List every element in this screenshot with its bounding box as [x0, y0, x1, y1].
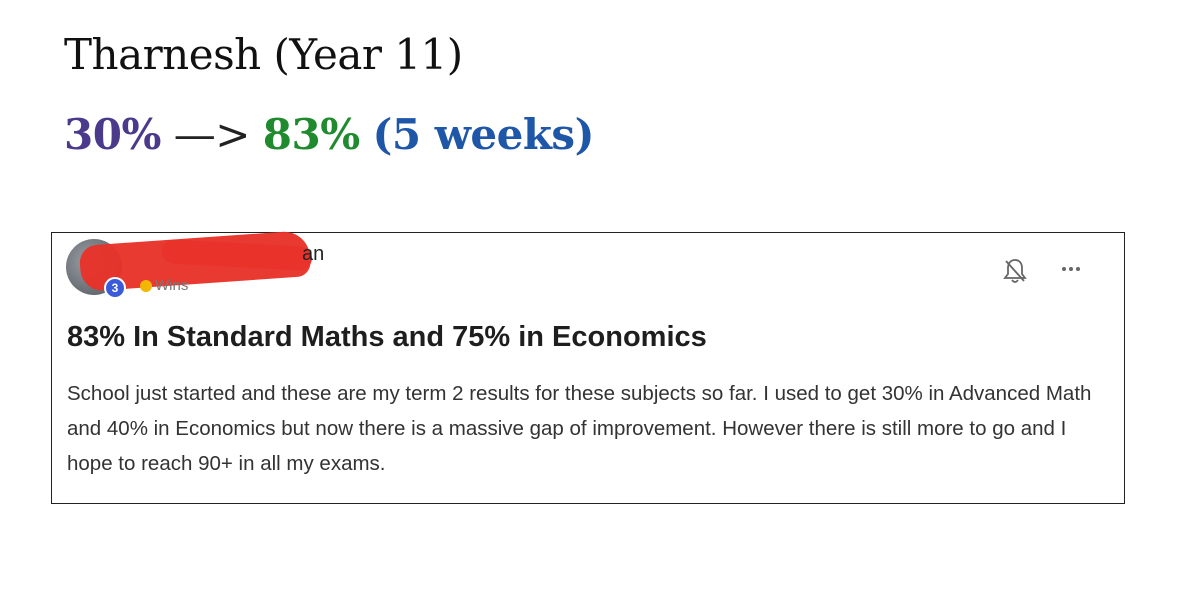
- wins-label: Wins: [155, 277, 189, 294]
- post-meta: Wins: [140, 277, 188, 294]
- progress-line: 30% —> 83% (5 weeks): [64, 110, 594, 159]
- post-title[interactable]: 83% In Standard Maths and 75% in Economi…: [67, 321, 707, 354]
- progress-arrow: —>: [173, 110, 251, 159]
- post-card: an 3 Wins 83% In Standard Maths and 75% …: [51, 230, 1125, 504]
- coin-icon: [140, 280, 152, 293]
- more-options-icon[interactable]: [1058, 257, 1084, 281]
- score-after: 83%: [262, 110, 360, 159]
- bell-mute-icon[interactable]: [1002, 257, 1028, 285]
- student-heading: Tharnesh (Year 11): [64, 30, 463, 79]
- score-before: 30%: [64, 110, 161, 159]
- level-badge: 3: [104, 277, 126, 299]
- author-name[interactable]: an: [302, 243, 324, 266]
- post-body: School just started and these are my ter…: [67, 382, 1092, 475]
- progress-duration: (5 weeks): [372, 110, 595, 159]
